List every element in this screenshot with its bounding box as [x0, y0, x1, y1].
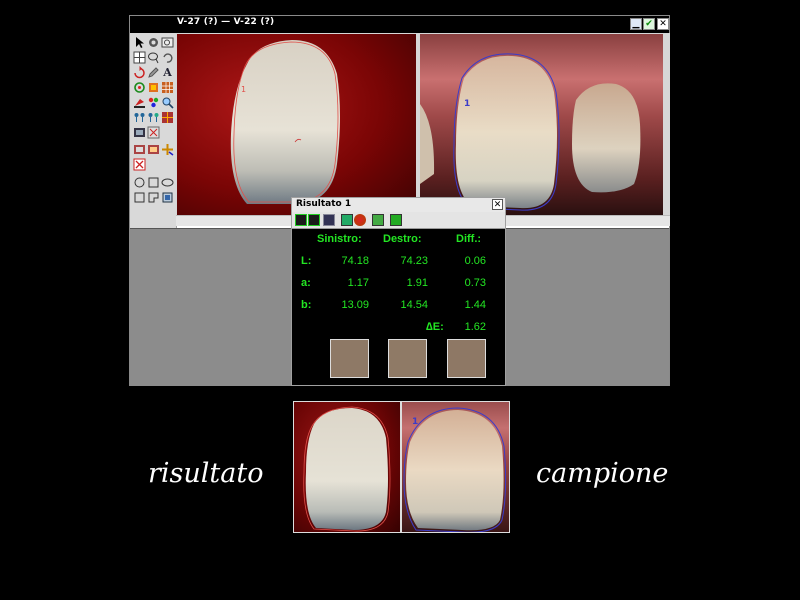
export-icon[interactable] [372, 214, 384, 226]
close-button[interactable]: ✕ [657, 18, 669, 30]
ellipse-icon[interactable] [161, 176, 174, 189]
row-label-b: b: [301, 299, 312, 311]
undo-icon[interactable] [161, 51, 174, 64]
result-toolbar [292, 212, 505, 229]
left-tooth-image[interactable]: 1 [177, 34, 416, 215]
swatch-left [330, 339, 369, 378]
layers-icon[interactable] [147, 143, 160, 156]
grid-icon[interactable] [133, 51, 146, 64]
confirm-button[interactable]: ✔ [643, 18, 655, 30]
left-outline-marker: 1 [241, 85, 246, 94]
pencil-icon[interactable] [147, 66, 160, 79]
header-diff: Diff.: [456, 233, 482, 245]
caption-sample: campione [536, 458, 669, 489]
dots-icon[interactable] [133, 111, 146, 124]
minimize-button[interactable]: ▁ [630, 18, 642, 30]
dots2-icon[interactable] [147, 111, 160, 124]
circle-icon[interactable] [133, 176, 146, 189]
flag-icon[interactable] [161, 143, 174, 156]
lasso-icon[interactable] [147, 51, 160, 64]
rect-icon[interactable] [133, 191, 146, 204]
chart-icon[interactable] [341, 214, 353, 226]
zoom-window-icon[interactable] [161, 36, 174, 49]
value-b-right: 14.54 [400, 299, 428, 311]
result-dialog-titlebar: Risultato 1 ✕ [292, 198, 505, 213]
zoom-icon[interactable] [161, 96, 174, 109]
grid-color-icon[interactable] [161, 81, 174, 94]
square-icon[interactable] [147, 176, 160, 189]
refresh-icon[interactable] [133, 81, 146, 94]
film-icon[interactable] [133, 126, 146, 139]
swatch-right [388, 339, 427, 378]
value-a-left: 1.17 [347, 277, 369, 289]
caption-result: risultato [148, 458, 264, 489]
color-wheel-icon[interactable] [354, 214, 366, 226]
dots3-icon[interactable] [147, 126, 160, 139]
select-icon[interactable] [133, 143, 146, 156]
row-label-a: a: [301, 277, 311, 289]
mosaic-icon[interactable] [161, 111, 174, 124]
value-l-right: 74.23 [400, 255, 428, 267]
window-title: V-27 (?) — V-22 (?) [177, 17, 275, 27]
header-right: Destro: [383, 233, 422, 245]
title-bar: V-27 (?) — V-22 (?) ▁ ✔ ✕ [130, 16, 669, 33]
right-outline-marker: 1 [464, 99, 470, 109]
color-cube-icon[interactable] [147, 81, 160, 94]
result-dialog-title: Risultato 1 [296, 199, 352, 209]
result-dialog: Risultato 1 ✕ Sinistro: Destro: Diff.: L… [291, 197, 506, 386]
sample-tooth-image: 1 [401, 401, 510, 533]
paint-icon[interactable] [133, 96, 146, 109]
header-left: Sinistro: [317, 233, 362, 245]
result-close-button[interactable]: ✕ [492, 199, 503, 210]
value-b-left: 13.09 [341, 299, 369, 311]
value-l-diff: 0.06 [464, 255, 486, 267]
swatch-diff [447, 339, 486, 378]
row-label-l: L: [301, 255, 312, 267]
rect-select-icon[interactable] [161, 191, 174, 204]
gear-icon[interactable] [147, 36, 160, 49]
save-icon[interactable] [390, 214, 402, 226]
value-b-diff: 1.44 [464, 299, 486, 311]
value-l-left: 74.18 [341, 255, 369, 267]
delta-e-value: 1.62 [464, 321, 486, 333]
text-icon[interactable]: A [161, 66, 174, 79]
right-tooth-image[interactable]: 1 [420, 34, 663, 215]
rotate-icon[interactable] [133, 66, 146, 79]
pointer-icon[interactable] [133, 36, 146, 49]
pie-icon[interactable] [147, 191, 160, 204]
grid-view-icon[interactable] [323, 214, 335, 226]
value-a-diff: 0.73 [464, 277, 486, 289]
lab-icon[interactable] [295, 214, 307, 226]
sample-outline-marker: 1 [412, 417, 418, 427]
value-a-right: 1.91 [406, 277, 428, 289]
tool-palette: A [130, 33, 177, 228]
lab2-icon[interactable] [308, 214, 320, 226]
result-tooth-image [293, 401, 401, 533]
palette-icon[interactable] [147, 96, 160, 109]
cross-icon[interactable] [133, 158, 146, 171]
